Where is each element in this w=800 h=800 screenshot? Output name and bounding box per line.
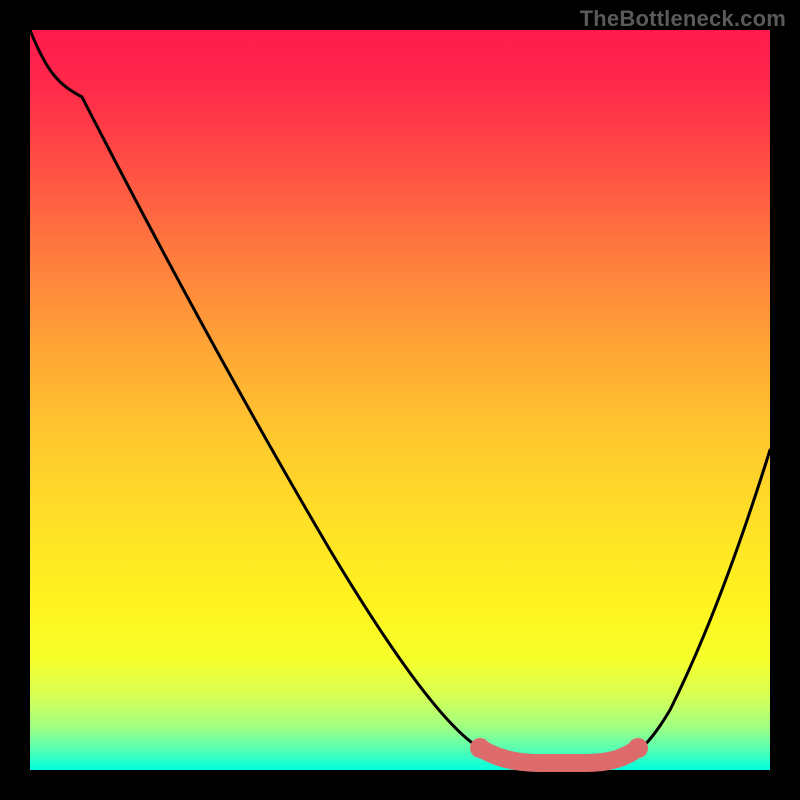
chart-plot-area [30,30,770,770]
optimal-range-highlight [480,748,638,763]
watermark-text: TheBottleneck.com [580,6,786,32]
bottleneck-curve-svg [30,30,770,770]
bottleneck-curve [30,30,770,763]
optimal-range-end-dot [628,738,648,758]
optimal-range-start-dot [470,738,490,758]
